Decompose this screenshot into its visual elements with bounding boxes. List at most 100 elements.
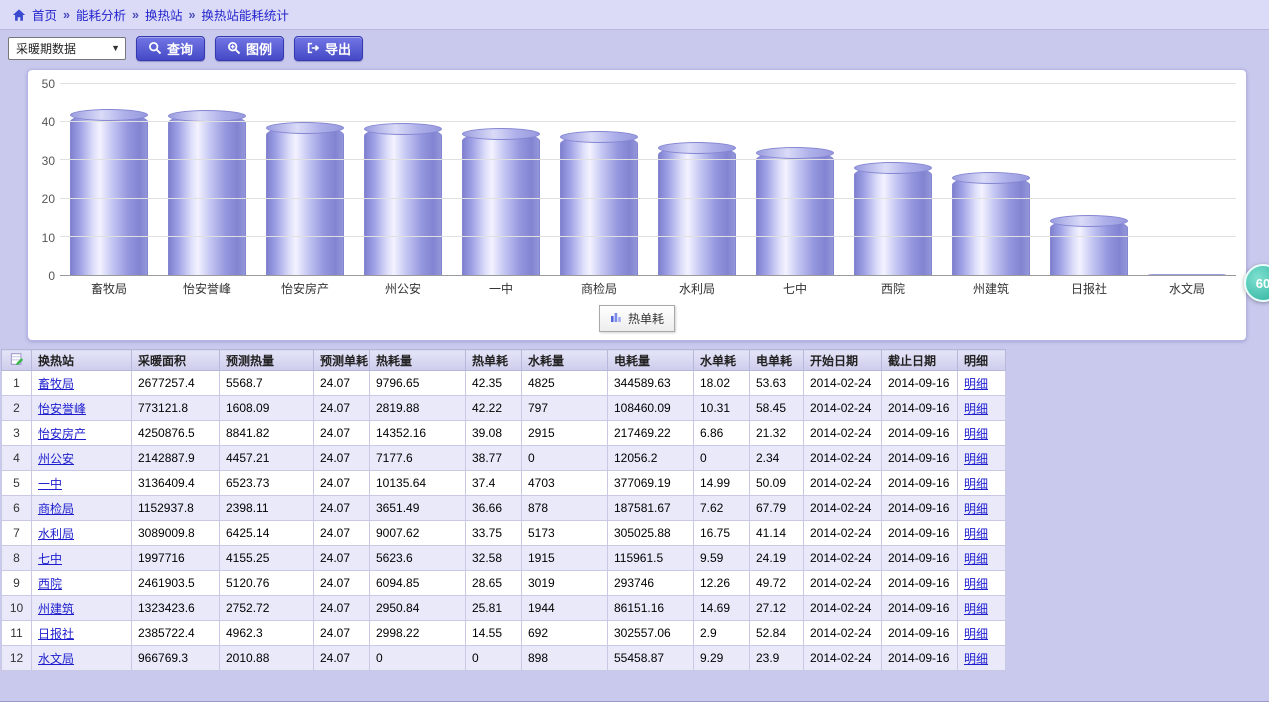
row-number: 5 [2, 471, 32, 496]
detail-link[interactable]: 明细 [964, 577, 988, 591]
column-header[interactable]: 热耗量 [370, 350, 466, 371]
column-header[interactable]: 水单耗 [694, 350, 750, 371]
column-header[interactable]: 明细 [958, 350, 1006, 371]
station-link[interactable]: 日报社 [38, 627, 74, 641]
column-header[interactable]: 电单耗 [750, 350, 804, 371]
table-cell: 2461903.5 [132, 571, 220, 596]
table-header-row: 换热站采暖面积预测热量预测单耗热耗量热单耗水耗量电耗量水单耗电单耗开始日期截止日… [2, 350, 1006, 371]
period-select-value: 采暖期数据 [16, 40, 76, 57]
detail-link[interactable]: 明细 [964, 477, 988, 491]
chart-bar[interactable] [952, 176, 1030, 275]
horizontal-scrollbar-track[interactable] [0, 701, 1269, 714]
station-link[interactable]: 西院 [38, 577, 62, 591]
column-header[interactable]: 截止日期 [882, 350, 958, 371]
table-cell: 24.07 [314, 421, 370, 446]
column-header[interactable]: 电耗量 [608, 350, 694, 371]
table-cell: 7177.6 [370, 446, 466, 471]
breadcrumb: 首页 » 能耗分析 » 换热站 » 换热站能耗统计 [0, 0, 1269, 30]
query-button[interactable]: 查询 [136, 36, 205, 61]
detail-link[interactable]: 明细 [964, 402, 988, 416]
detail-link[interactable]: 明细 [964, 652, 988, 666]
chart-bar[interactable] [364, 127, 442, 275]
table-cell: 4703 [522, 471, 608, 496]
station-link[interactable]: 水利局 [38, 527, 74, 541]
table-cell: 67.79 [750, 496, 804, 521]
station-link[interactable]: 七中 [38, 552, 62, 566]
column-header[interactable]: 热单耗 [466, 350, 522, 371]
table-cell: 14.99 [694, 471, 750, 496]
detail-link[interactable]: 明细 [964, 502, 988, 516]
x-axis-label: 水文局 [1138, 280, 1236, 297]
floating-badge[interactable]: 60 [1244, 264, 1269, 302]
station-link[interactable]: 畜牧局 [38, 377, 74, 391]
table-cell: 明细 [958, 496, 1006, 521]
breadcrumb-energy-analysis[interactable]: 能耗分析 [76, 5, 126, 24]
table-cell: 305025.88 [608, 521, 694, 546]
breadcrumb-home[interactable]: 首页 [32, 5, 57, 24]
table-cell: 畜牧局 [32, 371, 132, 396]
table-cell: 187581.67 [608, 496, 694, 521]
chart-bar[interactable] [462, 132, 540, 275]
detail-link[interactable]: 明细 [964, 527, 988, 541]
column-header[interactable]: 换热站 [32, 350, 132, 371]
table-cell: 七中 [32, 546, 132, 571]
legend-button[interactable]: 图例 [215, 36, 284, 61]
station-link[interactable]: 一中 [38, 477, 62, 491]
column-header[interactable]: 水耗量 [522, 350, 608, 371]
column-header[interactable]: 采暖面积 [132, 350, 220, 371]
zoom-plus-icon [227, 41, 241, 55]
column-header[interactable]: 预测单耗 [314, 350, 370, 371]
chart-bar[interactable] [658, 146, 736, 275]
station-link[interactable]: 州建筑 [38, 602, 74, 616]
chart-bar[interactable] [1148, 274, 1226, 275]
table-cell: 2014-09-16 [882, 471, 958, 496]
table-cell: 明细 [958, 596, 1006, 621]
period-select[interactable]: 采暖期数据 ▼ [8, 37, 126, 60]
table-cell: 6523.73 [220, 471, 314, 496]
x-axis-label: 水利局 [648, 280, 746, 297]
table-cell: 6094.85 [370, 571, 466, 596]
table-cell: 10.31 [694, 396, 750, 421]
station-link[interactable]: 州公安 [38, 452, 74, 466]
chart-bar[interactable] [560, 135, 638, 275]
home-icon[interactable] [12, 8, 26, 22]
table-cell: 4825 [522, 371, 608, 396]
chart-bar[interactable] [854, 166, 932, 275]
station-link[interactable]: 怡安誉峰 [38, 402, 86, 416]
table-cell: 2752.72 [220, 596, 314, 621]
table-cell: 2014-02-24 [804, 571, 882, 596]
chart-legend-label: 热单耗 [628, 310, 664, 327]
table-cell: 8841.82 [220, 421, 314, 446]
chart-bar[interactable] [70, 113, 148, 275]
table-cell: 2014-09-16 [882, 371, 958, 396]
table-cell: 3089009.8 [132, 521, 220, 546]
energy-data-table: 换热站采暖面积预测热量预测单耗热耗量热单耗水耗量电耗量水单耗电单耗开始日期截止日… [1, 349, 1006, 671]
chart-bar[interactable] [1050, 219, 1128, 275]
table-cell: 明细 [958, 396, 1006, 421]
table-cell: 10135.64 [370, 471, 466, 496]
detail-link[interactable]: 明细 [964, 427, 988, 441]
table-cell: 28.65 [466, 571, 522, 596]
table-cell: 32.58 [466, 546, 522, 571]
detail-link[interactable]: 明细 [964, 627, 988, 641]
table-cell: 日报社 [32, 621, 132, 646]
chart-bar[interactable] [266, 126, 344, 275]
y-axis-tick: 10 [42, 231, 55, 245]
breadcrumb-heat-station[interactable]: 换热站 [145, 5, 183, 24]
chart-bar[interactable] [168, 114, 246, 275]
column-header[interactable]: 预测热量 [220, 350, 314, 371]
table-cell: 2014-02-24 [804, 546, 882, 571]
table-cell: 24.07 [314, 521, 370, 546]
station-link[interactable]: 怡安房产 [38, 427, 86, 441]
detail-link[interactable]: 明细 [964, 377, 988, 391]
column-header[interactable]: 开始日期 [804, 350, 882, 371]
station-link[interactable]: 商检局 [38, 502, 74, 516]
detail-link[interactable]: 明细 [964, 552, 988, 566]
chart-bar[interactable] [756, 151, 834, 275]
export-button[interactable]: 导出 [294, 36, 363, 61]
chart-legend-item[interactable]: 热单耗 [599, 305, 675, 332]
detail-link[interactable]: 明细 [964, 452, 988, 466]
table-cell: 24.07 [314, 621, 370, 646]
station-link[interactable]: 水文局 [38, 652, 74, 666]
detail-link[interactable]: 明细 [964, 602, 988, 616]
